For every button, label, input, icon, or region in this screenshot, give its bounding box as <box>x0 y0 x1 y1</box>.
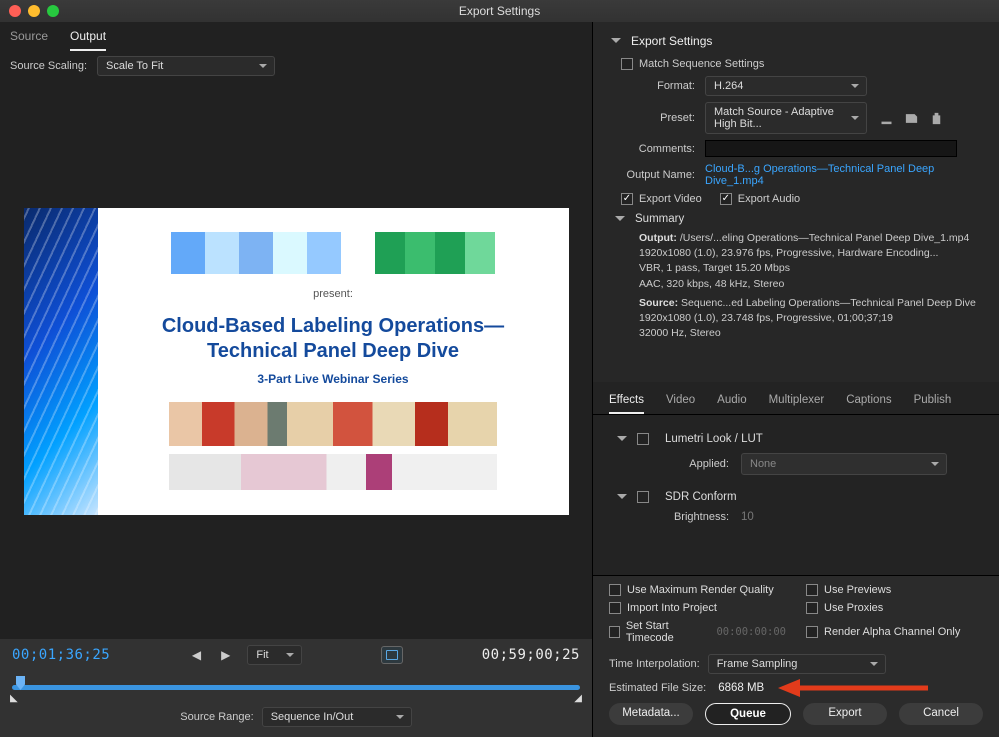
source-range-label: Source Range: <box>180 711 253 723</box>
export-settings-header: Export Settings <box>631 34 712 48</box>
match-sequence-checkbox[interactable] <box>621 58 633 70</box>
preview-blurred-block <box>169 402 497 446</box>
preview-blurred-block <box>169 454 497 490</box>
brightness-value[interactable]: 10 <box>741 511 754 523</box>
lumetri-header: Lumetri Look / LUT <box>665 433 763 445</box>
preview-subtitle: 3-Part Live Webinar Series <box>257 372 408 386</box>
chevron-down-icon[interactable] <box>617 436 627 446</box>
preview-decor <box>24 208 98 515</box>
output-name-link[interactable]: Cloud-B...g Operations—Technical Panel D… <box>705 163 963 187</box>
tab-audio[interactable]: Audio <box>717 388 746 414</box>
tab-captions[interactable]: Captions <box>846 388 891 414</box>
max-render-checkbox[interactable] <box>609 584 621 596</box>
zoom-fit-dropdown[interactable]: Fit <box>247 645 302 665</box>
delete-preset-icon[interactable] <box>929 111 944 126</box>
source-scaling-dropdown[interactable]: Scale To Fit <box>97 56 275 76</box>
save-preset-icon[interactable] <box>879 111 894 126</box>
alpha-channel-checkbox[interactable] <box>806 626 818 638</box>
preview-title: Cloud-Based Labeling Operations— Technic… <box>162 314 504 364</box>
import-preset-icon[interactable] <box>904 111 919 126</box>
applied-label: Applied: <box>609 458 729 470</box>
output-name-label: Output Name: <box>607 169 695 181</box>
time-interpolation-dropdown[interactable]: Frame Sampling <box>708 654 886 674</box>
import-project-label: Import Into Project <box>627 602 717 614</box>
time-interpolation-label: Time Interpolation: <box>609 658 700 670</box>
import-project-checkbox[interactable] <box>609 602 621 614</box>
annotation-arrow <box>764 681 983 695</box>
step-back-icon[interactable]: ◀ <box>189 648 204 662</box>
source-range-dropdown[interactable]: Sequence In/Out <box>262 707 412 727</box>
export-audio-checkbox[interactable] <box>720 193 732 205</box>
format-label: Format: <box>607 80 695 92</box>
source-scaling-label: Source Scaling: <box>10 60 87 72</box>
comments-label: Comments: <box>607 143 695 155</box>
timeline-scrubber[interactable]: ◣◢ <box>12 673 580 699</box>
preset-label: Preset: <box>607 112 695 124</box>
sdr-checkbox[interactable] <box>637 491 649 503</box>
close-icon[interactable] <box>9 5 21 17</box>
preview-area: present: Cloud-Based Labeling Operations… <box>0 84 592 639</box>
preview-logo-blurred <box>375 232 495 274</box>
tab-effects[interactable]: Effects <box>609 388 644 414</box>
export-video-label: Export Video <box>639 193 702 205</box>
zoom-icon[interactable] <box>47 5 59 17</box>
use-previews-checkbox[interactable] <box>806 584 818 596</box>
aspect-crop-button[interactable] <box>381 646 403 664</box>
tab-publish[interactable]: Publish <box>914 388 952 414</box>
format-dropdown[interactable]: H.264 <box>705 76 867 96</box>
chevron-down-icon[interactable] <box>611 38 621 48</box>
start-timecode-value[interactable]: 00:00:00:00 <box>716 626 786 638</box>
preset-dropdown[interactable]: Match Source - Adaptive High Bit... <box>705 102 867 134</box>
use-proxies-checkbox[interactable] <box>806 602 818 614</box>
step-fwd-icon[interactable]: ▶ <box>218 648 233 662</box>
chevron-down-icon[interactable] <box>615 216 625 226</box>
start-timecode-label: Set Start Timecode <box>626 620 709 644</box>
total-timecode: 00;59;00;25 <box>482 647 580 663</box>
minimize-icon[interactable] <box>28 5 40 17</box>
estimated-size-value: 6868 MB <box>718 682 764 694</box>
lut-dropdown[interactable]: None <box>741 453 947 475</box>
lumetri-checkbox[interactable] <box>637 433 649 445</box>
summary-body: Output: /Users/...eling Operations—Techn… <box>639 231 981 342</box>
match-sequence-label: Match Sequence Settings <box>639 58 764 70</box>
alpha-channel-label: Render Alpha Channel Only <box>824 626 960 638</box>
chevron-down-icon[interactable] <box>617 494 627 504</box>
window-title: Export Settings <box>459 4 540 18</box>
comments-input[interactable] <box>705 140 957 157</box>
tab-video[interactable]: Video <box>666 388 695 414</box>
use-proxies-label: Use Proxies <box>824 602 883 614</box>
sdr-header: SDR Conform <box>665 491 737 503</box>
start-timecode-checkbox[interactable] <box>609 626 620 638</box>
preview-present-label: present: <box>313 288 353 300</box>
cancel-button[interactable]: Cancel <box>899 703 983 725</box>
summary-header: Summary <box>635 213 684 225</box>
tab-output[interactable]: Output <box>70 29 106 51</box>
window-controls[interactable] <box>9 5 59 17</box>
export-audio-label: Export Audio <box>738 193 800 205</box>
current-timecode[interactable]: 00;01;36;25 <box>12 647 110 663</box>
export-button[interactable]: Export <box>803 703 887 725</box>
use-previews-label: Use Previews <box>824 584 891 596</box>
estimated-size-label: Estimated File Size: <box>609 682 706 694</box>
preview-logo-blurred <box>171 232 341 274</box>
export-video-checkbox[interactable] <box>621 193 633 205</box>
max-render-label: Use Maximum Render Quality <box>627 584 774 596</box>
metadata-button[interactable]: Metadata... <box>609 703 693 725</box>
queue-button[interactable]: Queue <box>705 703 791 725</box>
tab-source[interactable]: Source <box>10 29 48 51</box>
brightness-label: Brightness: <box>609 511 729 523</box>
tab-multiplexer[interactable]: Multiplexer <box>769 388 825 414</box>
